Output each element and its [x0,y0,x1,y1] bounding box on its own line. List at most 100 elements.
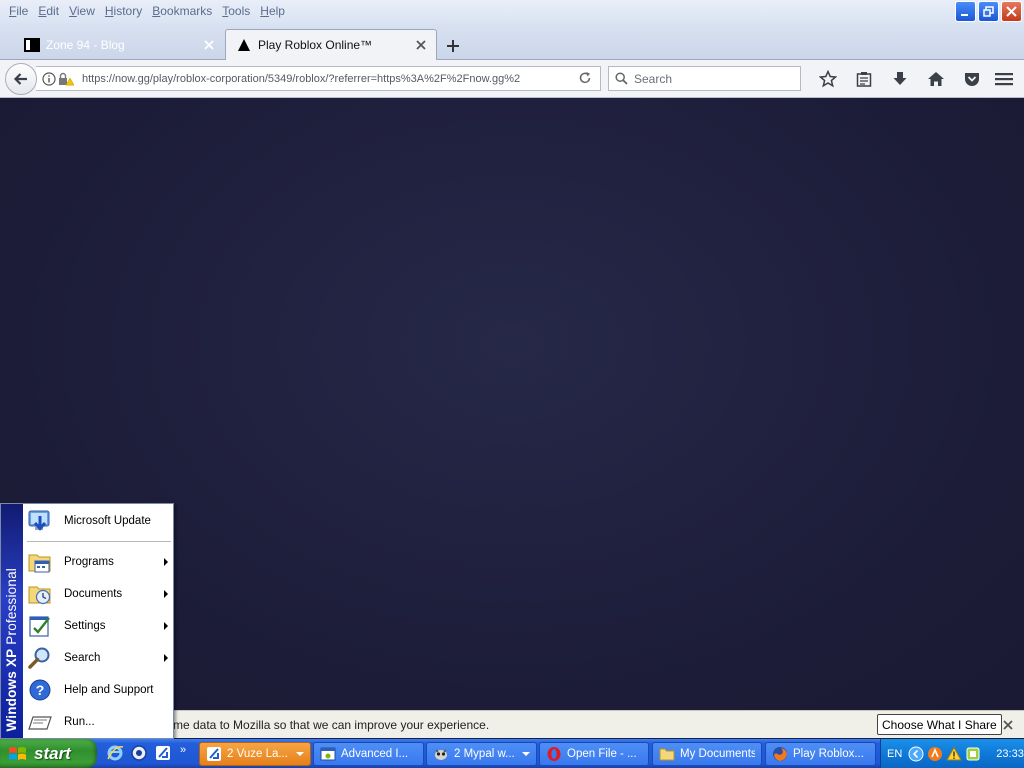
open-menu-button[interactable] [992,68,1016,90]
new-tab-button[interactable] [444,37,462,55]
quick-launch-bar: » [106,744,186,762]
restore-button[interactable] [978,1,999,22]
pocket-button[interactable] [954,68,990,90]
tray-collapse-chevron-icon[interactable] [908,746,924,762]
star-icon [819,70,837,88]
back-button[interactable] [5,63,37,95]
clipboard-list-icon [856,72,872,87]
hamburger-menu-icon [995,73,1013,86]
nowgg-favicon-icon [236,37,252,53]
clock[interactable]: 23:33 [996,748,1024,760]
back-arrow-icon [13,73,27,85]
warning-icon[interactable] [946,745,963,762]
start-button[interactable]: start [0,739,97,768]
menu-bookmarks[interactable]: Bookmarks [147,1,217,21]
app-window-icon [320,746,336,762]
menu-view[interactable]: View [64,1,100,21]
close-window-button[interactable] [1001,1,1022,22]
menu-bar: File Edit View History Bookmarks Tools H… [0,0,290,22]
avast-icon[interactable] [927,746,943,762]
plus-icon [447,40,459,52]
menu-edit[interactable]: Edit [33,1,64,21]
chevron-down-icon [296,752,304,756]
menu-file[interactable]: File [4,1,33,21]
search-bar[interactable] [608,66,801,91]
close-icon [1003,720,1013,730]
start-menu: Windows XP Professional Microsoft Update… [0,503,174,739]
taskbar-button-vuze[interactable]: 2 Vuze La... [199,742,311,766]
minimize-icon [961,14,968,16]
start-menu-item-help-and-support[interactable]: ? Help and Support [23,674,173,706]
help-icon: ? [26,676,54,704]
search-icon [26,644,54,672]
tab-close-button[interactable] [414,38,428,52]
pocket-icon [965,73,979,86]
chevron-down-icon [522,752,530,756]
submenu-arrow-icon [164,654,168,662]
download-arrow-icon [893,72,907,85]
documents-icon [26,580,54,608]
start-menu-separator [27,541,171,542]
submenu-arrow-icon [164,558,168,566]
minimize-button[interactable] [955,1,976,22]
taskbar-button-play-roblox[interactable]: Play Roblox... [765,742,876,766]
start-menu-item-run[interactable]: Run... [23,706,173,738]
submenu-arrow-icon [164,622,168,630]
start-menu-item-search[interactable]: Search [23,642,173,674]
start-menu-item-documents[interactable]: Documents [23,578,173,610]
start-menu-item-microsoft-update[interactable]: Microsoft Update [23,505,173,537]
system-tray: EN 23:33 [880,739,1024,768]
tab-close-button[interactable] [202,38,216,52]
tab-zone94-blog[interactable]: Zone 94 - Blog [14,29,224,60]
k-meleon-icon[interactable] [130,744,148,762]
insecure-lock-icon[interactable] [58,72,74,86]
url-text[interactable]: https://now.gg/play/roblox-corporation/5… [82,73,542,85]
vuze-launch-icon[interactable] [154,744,172,762]
tab-title: Play Roblox Online™ [258,38,373,52]
bookmark-star-button[interactable] [810,68,846,90]
firefox-icon [772,746,788,762]
home-button[interactable] [918,68,954,90]
menu-history[interactable]: History [100,1,147,21]
menu-tools[interactable]: Tools [217,1,255,21]
taskbar: start » 2 Vuze La... Advanced I... 2 Myp… [0,739,1024,768]
home-icon [928,72,944,86]
menu-help[interactable]: Help [255,1,290,21]
tab-strip: Zone 94 - Blog Play Roblox Online™ [0,23,1024,60]
downloads-button[interactable] [882,68,918,90]
close-icon [204,39,214,50]
reload-button[interactable] [578,71,592,88]
reading-list-button[interactable] [846,68,882,90]
network-icon[interactable] [965,746,981,762]
tab-play-roblox[interactable]: Play Roblox Online™ [225,29,437,60]
reload-icon [579,72,591,84]
start-menu-item-programs[interactable]: Programs [23,546,173,578]
vuze-icon [206,746,222,762]
restore-icon [983,6,994,17]
zone94-favicon-icon [24,37,40,53]
info-icon[interactable] [42,71,56,86]
search-input[interactable] [634,71,794,86]
submenu-arrow-icon [164,590,168,598]
search-icon [615,72,628,85]
internet-explorer-icon[interactable] [106,744,124,762]
browser-title-bar: File Edit View History Bookmarks Tools H… [0,0,1024,23]
programs-icon [26,548,54,576]
opera-icon [546,746,562,762]
quick-launch-more-button[interactable]: » [180,744,186,762]
notification-close-button[interactable] [1000,717,1016,733]
close-icon [416,40,426,50]
language-indicator[interactable]: EN [887,748,902,760]
start-button-label: start [34,743,71,763]
taskbar-button-advanced[interactable]: Advanced I... [313,742,424,766]
taskbar-button-my-documents[interactable]: My Documents [652,742,762,766]
svg-text:?: ? [36,682,45,698]
start-menu-item-settings[interactable]: Settings [23,610,173,642]
taskbar-button-opera[interactable]: Open File - ... [539,742,649,766]
taskbar-button-mypal[interactable]: 2 Mypal w... [426,742,537,766]
settings-icon [26,612,54,640]
folder-icon [659,746,675,762]
choose-what-i-share-button[interactable]: Choose What I Share [877,714,1002,735]
url-bar[interactable]: https://now.gg/play/roblox-corporation/5… [36,66,601,91]
tab-title: Zone 94 - Blog [46,37,125,52]
